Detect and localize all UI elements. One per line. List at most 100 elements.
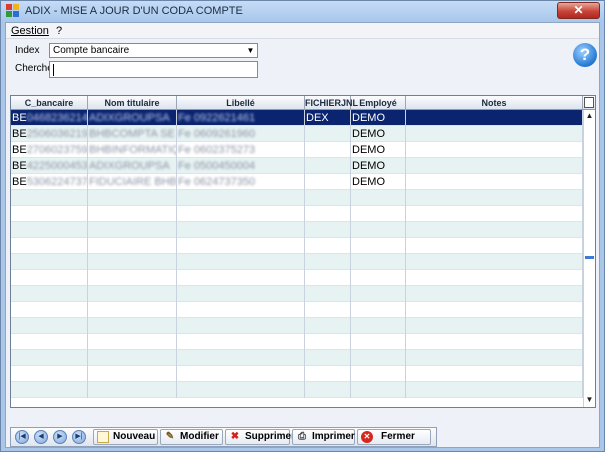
table-cell[interactable]: DEMO — [351, 158, 406, 174]
table-cell[interactable] — [305, 206, 351, 222]
table-cell[interactable]: BHBINFORMATIQ — [88, 142, 177, 158]
table-row[interactable] — [11, 238, 583, 254]
table-cell[interactable] — [305, 126, 351, 142]
table-row[interactable] — [11, 302, 583, 318]
table-cell[interactable]: ADIXGROUPSA — [88, 110, 177, 126]
table-cell[interactable] — [88, 350, 177, 366]
table-cell[interactable]: Fe 0602375273 — [177, 142, 305, 158]
table-cell[interactable] — [177, 238, 305, 254]
table-row[interactable]: BE42250004536 ADIXGROUPSA Fe 0500450004 DEM… — [11, 158, 583, 174]
table-cell[interactable] — [88, 302, 177, 318]
table-cell[interactable] — [177, 222, 305, 238]
menu-gestion[interactable]: Gestion — [11, 25, 49, 37]
table-cell[interactable] — [88, 222, 177, 238]
delete-column-icon[interactable] — [584, 97, 594, 108]
table-cell[interactable] — [88, 382, 177, 398]
table-cell[interactable] — [11, 206, 88, 222]
table-row[interactable] — [11, 350, 583, 366]
table-cell[interactable] — [11, 254, 88, 270]
table-row[interactable] — [11, 190, 583, 206]
table-cell[interactable] — [177, 254, 305, 270]
table-cell[interactable] — [406, 270, 583, 286]
table-cell[interactable] — [11, 286, 88, 302]
menu-help[interactable]: ? — [56, 25, 62, 37]
table-row[interactable] — [11, 206, 583, 222]
table-cell[interactable] — [11, 302, 88, 318]
table-cell[interactable] — [177, 270, 305, 286]
table-row[interactable] — [11, 334, 583, 350]
table-row[interactable] — [11, 366, 583, 382]
table-cell[interactable] — [88, 238, 177, 254]
table-cell[interactable] — [351, 286, 406, 302]
table-cell[interactable]: BHBCOMPTA SE — [88, 126, 177, 142]
table-cell[interactable] — [305, 382, 351, 398]
table-cell[interactable] — [305, 238, 351, 254]
table-cell[interactable] — [351, 222, 406, 238]
table-cell[interactable] — [88, 270, 177, 286]
col-header-employe[interactable]: Employé — [351, 96, 406, 110]
table-cell[interactable] — [406, 334, 583, 350]
table-row[interactable] — [11, 270, 583, 286]
table-cell[interactable] — [177, 286, 305, 302]
col-header-libelle[interactable]: Libellé — [177, 96, 305, 110]
table-row[interactable]: BE04682362146 ADIXGROUPSA Fe 0922621461 DEX… — [11, 110, 583, 126]
table-cell[interactable]: Fe 0609261960 — [177, 126, 305, 142]
table-cell[interactable] — [406, 174, 583, 190]
table-cell[interactable] — [177, 206, 305, 222]
table-cell[interactable] — [351, 254, 406, 270]
scroll-up-icon[interactable]: ▲ — [584, 110, 595, 122]
scroll-down-icon[interactable]: ▼ — [584, 394, 595, 406]
table-cell[interactable]: DEMO — [351, 110, 406, 126]
table-cell[interactable] — [406, 206, 583, 222]
table-cell[interactable] — [305, 174, 351, 190]
table-cell[interactable] — [406, 350, 583, 366]
table-cell[interactable] — [406, 110, 583, 126]
table-cell[interactable] — [305, 222, 351, 238]
table-cell[interactable] — [406, 254, 583, 270]
table-cell[interactable] — [406, 126, 583, 142]
table-cell[interactable] — [177, 190, 305, 206]
table-cell[interactable] — [177, 302, 305, 318]
table-row[interactable]: BE53062247373 FIDUCIAIRE BHB Fe 0624737350… — [11, 174, 583, 190]
table-cell[interactable] — [177, 318, 305, 334]
table-cell[interactable]: DEMO — [351, 142, 406, 158]
table-cell[interactable] — [305, 286, 351, 302]
table-cell[interactable]: BE04682362146 — [11, 110, 88, 126]
table-cell[interactable] — [88, 286, 177, 302]
table-cell[interactable] — [88, 366, 177, 382]
first-record-icon[interactable]: |◀ — [15, 430, 29, 444]
table-cell[interactable] — [351, 302, 406, 318]
table-cell[interactable] — [351, 382, 406, 398]
table-cell[interactable] — [305, 190, 351, 206]
table-row[interactable]: BE27060237596 BHBINFORMATIQ Fe 0602375273 D… — [11, 142, 583, 158]
table-cell[interactable]: BE27060237596 — [11, 142, 88, 158]
table-cell[interactable] — [351, 318, 406, 334]
table-cell[interactable] — [305, 158, 351, 174]
chevron-down-icon[interactable]: ▼ — [244, 44, 257, 57]
table-cell[interactable] — [406, 190, 583, 206]
table-row[interactable] — [11, 222, 583, 238]
table-cell[interactable] — [351, 270, 406, 286]
table-cell[interactable] — [406, 158, 583, 174]
table-row[interactable]: BE25060362196 BHBCOMPTA SE Fe 0609261960 DE… — [11, 126, 583, 142]
table-cell[interactable]: DEMO — [351, 126, 406, 142]
table-cell[interactable] — [351, 366, 406, 382]
table-cell[interactable]: Fe 0500450004 — [177, 158, 305, 174]
table-cell[interactable]: BE42250004536 — [11, 158, 88, 174]
table-cell[interactable] — [351, 350, 406, 366]
print-button[interactable]: ⎙ Imprimer — [292, 429, 355, 445]
table-cell[interactable] — [177, 382, 305, 398]
table-cell[interactable] — [177, 366, 305, 382]
table-cell[interactable] — [305, 350, 351, 366]
index-combo[interactable]: Compte bancaire ▼ — [49, 43, 258, 58]
table-cell[interactable] — [88, 190, 177, 206]
table-cell[interactable] — [11, 318, 88, 334]
search-input[interactable] — [49, 61, 258, 78]
title-bar[interactable]: ADIX - MISE A JOUR D'UN CODA COMPTE ✕ — [1, 1, 604, 21]
table-cell[interactable] — [406, 318, 583, 334]
table-cell[interactable] — [305, 334, 351, 350]
table-row[interactable] — [11, 286, 583, 302]
table-cell[interactable] — [406, 366, 583, 382]
next-record-icon[interactable]: ▶ — [53, 430, 67, 444]
table-cell[interactable] — [88, 206, 177, 222]
